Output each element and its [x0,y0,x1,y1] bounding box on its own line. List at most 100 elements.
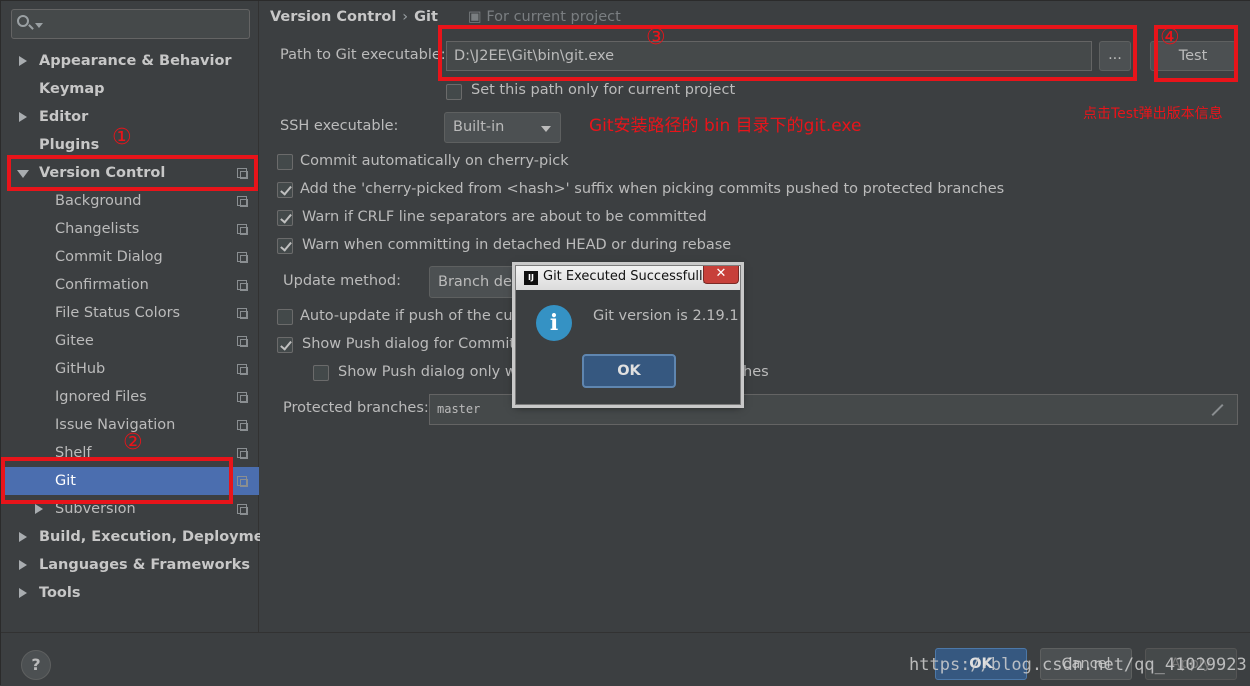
annotation-number-2: ② [123,430,143,455]
expand-arrow-icon [19,560,27,570]
expand-arrow-icon [19,56,27,66]
annotation-box-git [1,457,233,504]
project-only-checkbox[interactable] [446,84,462,100]
detached-head-label: Warn when committing in detached HEAD or… [302,237,732,253]
dialog-title: Git Executed Successfully [543,269,711,284]
sidebar-item-label: Gitee [55,333,94,349]
sidebar-item-label: Ignored Files [55,389,147,405]
sidebar-item-label: Keymap [39,81,105,97]
settings-search-input[interactable] [11,9,250,39]
annotation-number-1: ① [112,125,132,150]
sidebar-item-background[interactable]: Background [1,187,259,215]
project-scope-icon [237,504,248,515]
sidebar-item-keymap[interactable]: Keymap [1,75,259,103]
dialog-message: Git version is 2.19.1 [593,308,739,324]
ssh-selected-value: Built-in [453,119,505,135]
sidebar-item-label: Changelists [55,221,140,237]
detached-head-checkbox[interactable] [277,238,293,254]
breadcrumb-parent: Version Control [270,9,397,25]
crlf-warning-checkbox[interactable] [277,210,293,226]
cherry-suffix-checkbox[interactable] [277,182,293,198]
sidebar-item-label: GitHub [55,361,106,377]
sidebar-item-github[interactable]: GitHub [1,355,259,383]
project-scope-icon [237,196,248,207]
project-scope-icon [237,476,248,487]
sidebar-item-label: Build, Execution, Deployment [39,529,281,545]
show-push-protected-label-tail: hes [743,364,769,380]
dialog-ok-button[interactable]: OK [582,354,676,388]
ssh-executable-label: SSH executable: [280,118,399,134]
crlf-warning-label: Warn if CRLF line separators are about t… [302,209,707,225]
settings-footer: ? OK Cancel Apply https://blog.csdn.net/… [1,632,1250,686]
settings-sidebar: Appearance & Behavior Keymap Editor Plug… [1,1,281,632]
cherry-suffix-label: Add the 'cherry-picked from <hash>' suff… [300,181,1005,197]
sidebar-item-label: Commit Dialog [55,249,163,265]
project-scope-icon [237,308,248,319]
annotation-test-note: 点击Test弹出版本信息 [1083,106,1223,122]
show-push-protected-label: Show Push dialog only wh [338,364,526,380]
sidebar-item-ignored-files[interactable]: Ignored Files [1,383,259,411]
annotation-number-4: ④ [1160,25,1180,50]
search-icon [17,15,29,27]
info-icon: i [536,305,572,341]
sidebar-item-label: Tools [39,585,81,601]
commit-cherry-pick-label: Commit automatically on cherry-pick [300,153,569,169]
sidebar-item-label: Background [55,193,142,209]
project-scope-icon [237,280,248,291]
annotation-box-version-control [7,155,258,191]
sidebar-item-appearance[interactable]: Appearance & Behavior [1,47,259,75]
intellij-app-icon: IJ [524,271,538,285]
update-method-label: Update method: [283,273,402,289]
sidebar-item-label: File Status Colors [55,305,181,321]
sidebar-item-commit-dialog[interactable]: Commit Dialog [1,243,259,271]
project-only-label: Set this path only for current project [471,82,736,98]
project-scope-icon [237,252,248,263]
annotation-path-note: Git安装路径的 bin 目录下的git.exe [589,116,862,136]
sidebar-item-languages[interactable]: Languages & Frameworks [1,551,259,579]
sidebar-item-changelists[interactable]: Changelists [1,215,259,243]
project-scope-icon [237,336,248,347]
sidebar-item-label: Languages & Frameworks [39,557,251,573]
for-project-label: For current project [486,9,621,25]
ssh-executable-select[interactable]: Built-in [444,112,561,143]
project-scope-icon [237,448,248,459]
expand-arrow-icon [19,112,27,122]
sidebar-item-tools[interactable]: Tools [1,579,259,607]
sidebar-item-build[interactable]: Build, Execution, Deployment [1,523,281,551]
breadcrumb-current: Git [414,9,438,25]
show-push-checkbox[interactable] [277,337,293,353]
help-button[interactable]: ? [21,650,51,680]
breadcrumb-separator: › [402,9,409,25]
sidebar-item-label: Confirmation [55,277,149,293]
watermark-text: https://blog.csdn.net/qq_41029923 [909,655,1247,675]
commit-cherry-pick-checkbox[interactable] [277,154,293,170]
show-push-label: Show Push dialog for Commit a [302,336,529,352]
for-current-project-note: ▣ For current project [468,9,621,25]
sidebar-item-confirmation[interactable]: Confirmation [1,271,259,299]
auto-update-checkbox[interactable] [277,309,293,325]
dialog-close-button[interactable]: ✕ [703,266,739,284]
annotation-box-path [438,25,1137,81]
expand-arrow-icon [19,588,27,598]
project-scope-icon [237,364,248,375]
update-method-value: Branch defa [438,274,526,290]
show-push-protected-checkbox[interactable] [313,365,329,381]
sidebar-item-gitee[interactable]: Gitee [1,327,259,355]
breadcrumb: Version Control › Git [270,9,438,25]
sidebar-item-label: Issue Navigation [55,417,176,433]
annotation-number-3: ③ [646,25,666,50]
sidebar-item-file-status-colors[interactable]: File Status Colors [1,299,259,327]
sidebar-item-label: Appearance & Behavior [39,53,232,69]
path-to-git-label: Path to Git executable: [280,47,446,63]
git-settings-panel: Version Control › Git ▣ For current projec… [260,1,1250,632]
git-success-dialog: IJ Git Executed Successfully ✕ i Git ver… [515,265,741,405]
protected-branches-value: master [437,402,481,416]
sidebar-item-label: Editor [39,109,89,125]
project-scope-icon [237,224,248,235]
expand-field-icon[interactable] [1209,402,1225,418]
chevron-down-icon [541,126,551,132]
auto-update-label: Auto-update if push of the curre [300,308,533,324]
expand-arrow-icon [35,504,43,514]
settings-window: Appearance & Behavior Keymap Editor Plug… [0,0,1250,686]
project-scope-icon [237,392,248,403]
